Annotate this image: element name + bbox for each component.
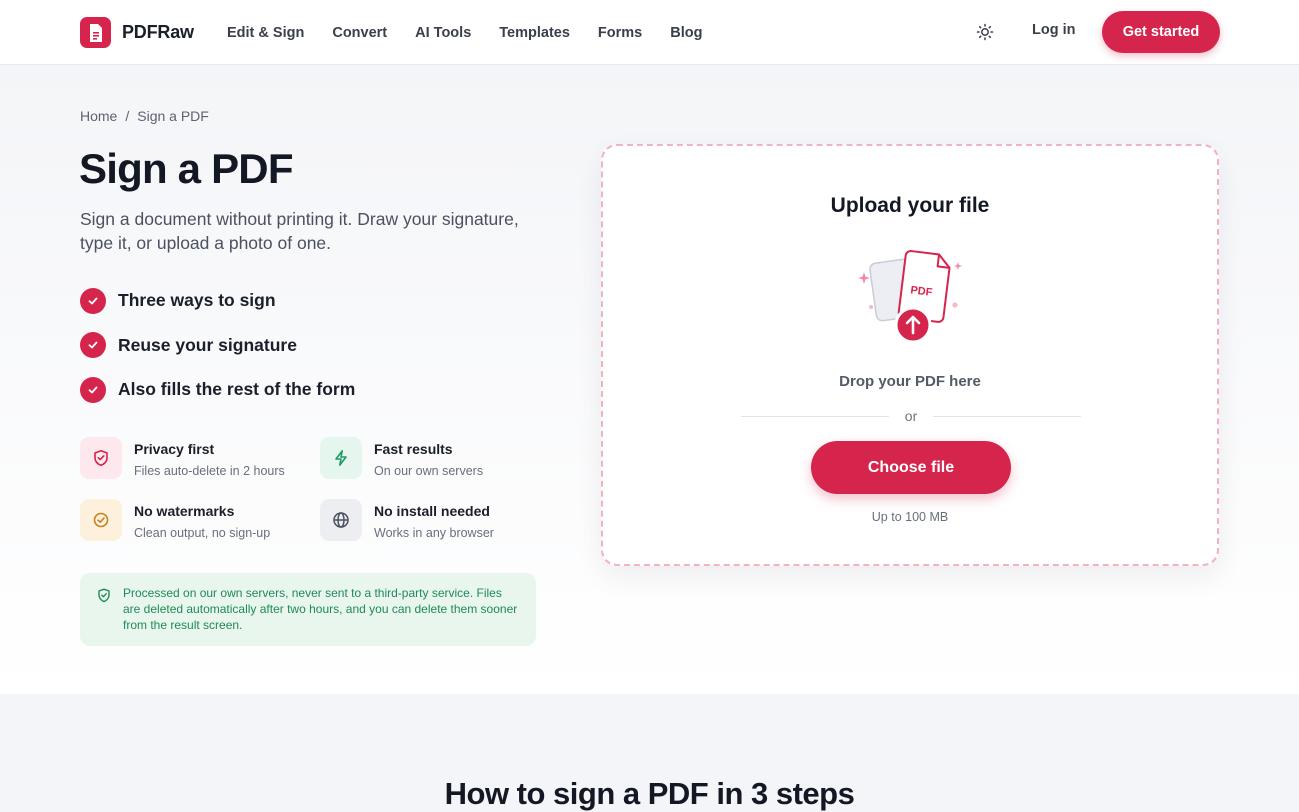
nav-edit-sign[interactable]: Edit & Sign: [227, 25, 304, 41]
brand-logo[interactable]: PDFRaw: [80, 17, 194, 48]
nav-convert[interactable]: Convert: [332, 25, 387, 41]
shield-check-icon: [97, 588, 111, 608]
upload-dropzone[interactable]: Upload your file PDF Drop your PDF here: [601, 144, 1219, 566]
upload-title: Upload your file: [830, 194, 990, 217]
site-header: PDFRaw Edit & Sign Convert AI Tools Temp…: [0, 0, 1299, 65]
shield-icon: [80, 437, 122, 479]
page-title: Sign a PDF: [79, 145, 294, 192]
feature-title: No watermarks: [134, 503, 235, 519]
checkmark-icon: [80, 332, 106, 358]
brand-name: PDFRaw: [122, 22, 194, 42]
steps-title: How to sign a PDF in 3 steps: [444, 776, 855, 811]
feature-title: Fast results: [374, 441, 453, 457]
breadcrumb-separator: /: [125, 108, 130, 124]
list-item: Also fills the rest of the form: [80, 376, 355, 403]
nav-templates[interactable]: Templates: [499, 25, 570, 41]
feature-watermarks: No watermarks Clean output, no sign-up: [80, 499, 270, 541]
steps-section: How to sign a PDF in 3 steps: [0, 694, 1299, 812]
benefit-text: Also fills the rest of the form: [118, 379, 356, 399]
privacy-note: Processed on our own servers, never sent…: [80, 573, 536, 646]
breadcrumb-home[interactable]: Home: [80, 108, 117, 124]
feature-desc: Files auto-delete in 2 hours: [134, 464, 285, 478]
document-icon: [80, 17, 111, 48]
breadcrumb-current: Sign a PDF: [137, 108, 209, 124]
feature-no-install: No install needed Works in any browser: [320, 499, 494, 541]
breadcrumb: Home / Sign a PDF: [80, 108, 209, 124]
or-divider: or: [741, 408, 1082, 424]
globe-icon: [320, 499, 362, 541]
get-started-button[interactable]: Get started: [1102, 11, 1220, 53]
privacy-note-text: Processed on our own servers, never sent…: [123, 586, 518, 632]
nav-blog[interactable]: Blog: [670, 25, 702, 41]
feature-desc: Works in any browser: [374, 526, 494, 540]
feature-title: No install needed: [374, 503, 490, 519]
list-item: Reuse your signature: [80, 332, 355, 359]
lightning-icon: [320, 437, 362, 479]
benefit-list: Three ways to sign Reuse your signature …: [80, 287, 355, 421]
main-nav: Edit & Sign Convert AI Tools Templates F…: [227, 0, 702, 65]
feature-desc: On our own servers: [374, 464, 484, 478]
checkmark-icon: [80, 287, 106, 314]
divider-line: [741, 415, 889, 417]
feature-desc: Clean output, no sign-up: [134, 526, 271, 540]
theme-toggle-button[interactable]: [973, 20, 997, 44]
list-item: Three ways to sign: [80, 287, 355, 314]
sun-icon: [976, 23, 994, 41]
feature-fast: Fast results On our own servers: [320, 437, 483, 479]
nav-forms[interactable]: Forms: [598, 25, 642, 41]
nav-ai-tools[interactable]: AI Tools: [415, 25, 471, 41]
choose-file-button[interactable]: Choose file: [811, 441, 1011, 494]
check-circle-icon: [80, 499, 122, 541]
or-text: or: [904, 408, 918, 424]
divider-line: [933, 415, 1082, 417]
page-subtitle: Sign a document without printing it. Dra…: [80, 209, 519, 253]
hero-section: Home / Sign a PDF Sign a PDF Sign a docu…: [0, 65, 1299, 694]
benefit-text: Reuse your signature: [118, 334, 297, 355]
feature-privacy: Privacy first Files auto-delete in 2 hou…: [80, 437, 285, 479]
pdf-upload-icon: PDF: [855, 249, 965, 350]
file-size-limit: Up to 100 MB: [871, 510, 949, 524]
checkmark-icon: [80, 376, 106, 403]
drop-hint: Drop your PDF here: [839, 373, 981, 390]
benefit-text: Three ways to sign: [118, 290, 276, 310]
login-link[interactable]: Log in: [1032, 22, 1076, 38]
feature-title: Privacy first: [134, 441, 215, 457]
